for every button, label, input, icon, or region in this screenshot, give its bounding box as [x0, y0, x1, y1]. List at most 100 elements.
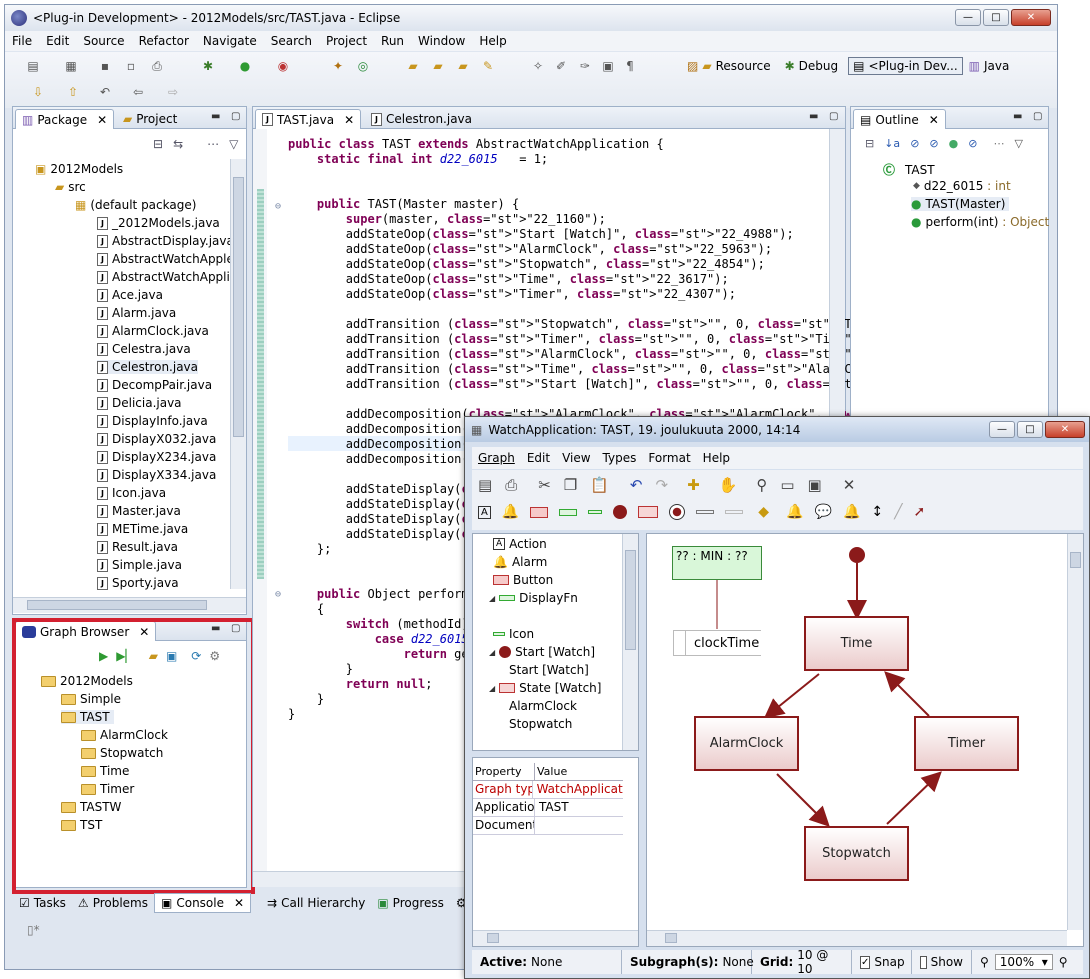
icon-node-icon[interactable]: [588, 510, 603, 514]
cut-icon[interactable]: ✂: [538, 476, 551, 494]
hide-nonpublic-icon[interactable]: ●: [949, 137, 959, 150]
file-item[interactable]: J METime.java: [97, 522, 188, 536]
separator2-node-icon[interactable]: [725, 510, 744, 514]
menu-window[interactable]: Window: [411, 34, 472, 48]
close-icon[interactable]: ✕: [234, 896, 244, 910]
fast-view-icon[interactable]: ▯*: [27, 923, 40, 937]
menu-navigate[interactable]: Navigate: [196, 34, 264, 48]
menu-edit[interactable]: Edit: [521, 451, 556, 465]
save-all-icon[interactable]: ▫: [123, 59, 139, 73]
new-class-icon[interactable]: ◎: [355, 59, 371, 73]
fold-icon[interactable]: ⊖: [275, 201, 281, 212]
forward-icon[interactable]: ⇨: [165, 85, 181, 99]
edge-time-alarmclock[interactable]: [763, 673, 820, 719]
snap-checkbox[interactable]: ✓ Snap: [852, 950, 912, 974]
palette-item[interactable]: Stopwatch: [509, 717, 572, 731]
chevron-down-icon[interactable]: ▽: [1014, 137, 1022, 150]
collapse-all-icon[interactable]: ⊟: [865, 137, 874, 150]
zoom-out-icon[interactable]: ⚲: [980, 955, 989, 969]
hide-local-types-icon[interactable]: ⊘: [968, 137, 977, 150]
view-menu-icon[interactable]: ⋯: [207, 137, 219, 151]
tab-outline[interactable]: ▤ Outline ✕: [853, 109, 946, 129]
select-tool-icon[interactable]: ✚: [687, 476, 700, 494]
close-icon[interactable]: ✕: [97, 113, 107, 127]
file-item[interactable]: J DisplayX032.java: [97, 432, 216, 446]
file-item[interactable]: J Master.java: [97, 504, 181, 518]
arrow-tool-icon[interactable]: ➚: [914, 504, 926, 520]
debug-perspective-button[interactable]: ✱ Debug: [785, 59, 839, 73]
show-checkbox[interactable]: Show: [912, 950, 972, 974]
outline-item-method[interactable]: ● perform(int) : Object: [911, 215, 1049, 229]
view-menu-icon[interactable]: ⋯: [993, 137, 1004, 150]
state-stopwatch[interactable]: Stopwatch: [804, 826, 909, 881]
print-icon[interactable]: ⎙: [149, 59, 165, 73]
print-icon[interactable]: ⎙: [505, 476, 517, 494]
run-icon[interactable]: ●: [237, 59, 253, 73]
hide-fields-icon[interactable]: ⊘: [910, 137, 919, 150]
start-node-icon[interactable]: [613, 505, 628, 519]
minimize-button[interactable]: —: [989, 421, 1015, 438]
minimize-button[interactable]: —: [955, 9, 981, 26]
start-node[interactable]: [849, 547, 865, 563]
bell-tool-icon[interactable]: 🔔: [843, 504, 860, 520]
props-row[interactable]: Document: [473, 817, 623, 835]
new-java-project-icon[interactable]: ✦: [330, 59, 346, 73]
tab-celestron-java[interactable]: J Celestron.java: [365, 109, 478, 129]
state-timer[interactable]: Timer: [914, 716, 1019, 771]
properties-icon[interactable]: ▤: [478, 476, 492, 494]
last-edit-icon[interactable]: ↶: [97, 85, 113, 99]
palette-item[interactable]: Button: [489, 573, 553, 587]
menu-project[interactable]: Project: [319, 34, 374, 48]
file-item[interactable]: J _2012Models.java: [97, 216, 220, 230]
file-item[interactable]: J AbstractDisplay.java: [97, 234, 234, 248]
menu-view[interactable]: View: [556, 451, 596, 465]
file-item[interactable]: J DisplayX234.java: [97, 450, 216, 464]
edge-timer-time[interactable]: [884, 671, 930, 717]
file-item[interactable]: J Ace.java: [97, 288, 163, 302]
tab-problems[interactable]: ⚠ Problems: [72, 894, 154, 912]
palette-item[interactable]: A Action: [489, 537, 547, 551]
menu-help[interactable]: Help: [472, 34, 513, 48]
file-item[interactable]: J Sporty.java: [97, 576, 179, 590]
block-selection-icon[interactable]: ✑: [577, 59, 593, 73]
fit-icon[interactable]: ▣: [808, 476, 822, 494]
pan-tool-icon[interactable]: ✋: [719, 476, 738, 494]
file-item[interactable]: J Simple.java: [97, 558, 182, 572]
file-item[interactable]: J Delicia.java: [97, 396, 182, 410]
clock-time-node[interactable]: clockTime: [673, 630, 761, 656]
fold-icon[interactable]: ⊖: [275, 589, 281, 600]
collapse-all-icon[interactable]: ⊟: [153, 137, 163, 151]
tab-tasks[interactable]: ☑ Tasks: [13, 894, 72, 912]
open-type-icon[interactable]: ▰: [405, 59, 421, 73]
edge-stopwatch-timer[interactable]: [886, 771, 942, 825]
menu-edit[interactable]: Edit: [39, 34, 76, 48]
zoom-select[interactable]: 100% ▾: [994, 954, 1053, 970]
plugin-perspective-button[interactable]: ▤ <Plug-in Dev...: [848, 57, 963, 75]
default-package[interactable]: ▦ (default package): [75, 198, 196, 212]
redo-icon[interactable]: ↷: [656, 476, 669, 494]
external-tools-icon[interactable]: ◉: [275, 59, 291, 73]
prev-annotation-icon[interactable]: ⇧: [65, 85, 81, 99]
toggle-mark-icon[interactable]: ✧: [530, 59, 546, 73]
outline-item-field[interactable]: ◆ d22_6015 : int: [913, 179, 1011, 193]
outline-item-constructor[interactable]: ● TAST(Master): [911, 197, 1010, 211]
maximize-button[interactable]: □: [983, 9, 1009, 26]
line-tool-icon[interactable]: ╱: [894, 504, 902, 520]
project-2012models[interactable]: ▣ 2012Models: [35, 162, 123, 176]
file-item[interactable]: J DecompPair.java: [97, 378, 212, 392]
package-scrollbar-v[interactable]: [230, 159, 246, 589]
graph-canvas[interactable]: ?? : MIN : ?? clockTime Time AlarmClock …: [646, 533, 1084, 947]
props-row[interactable]: Application TAST: [473, 799, 623, 817]
file-item[interactable]: J Celestra.java: [97, 342, 191, 356]
close-icon[interactable]: ✕: [344, 113, 354, 127]
src-folder[interactable]: ▰ src: [55, 180, 86, 194]
menu-source[interactable]: Source: [76, 34, 131, 48]
maximize-view-icon[interactable]: ▢: [829, 111, 838, 122]
link-editor-icon[interactable]: ⇆: [173, 137, 183, 151]
tab-console[interactable]: ▣ Console ✕: [154, 893, 252, 913]
text-node-icon[interactable]: A: [478, 505, 491, 519]
maximize-view-icon[interactable]: ▢: [231, 111, 240, 122]
highlight-icon[interactable]: ✐: [553, 59, 569, 73]
tab-project[interactable]: ▰ Project: [117, 109, 183, 129]
chevron-down-icon[interactable]: ▽: [229, 137, 238, 151]
